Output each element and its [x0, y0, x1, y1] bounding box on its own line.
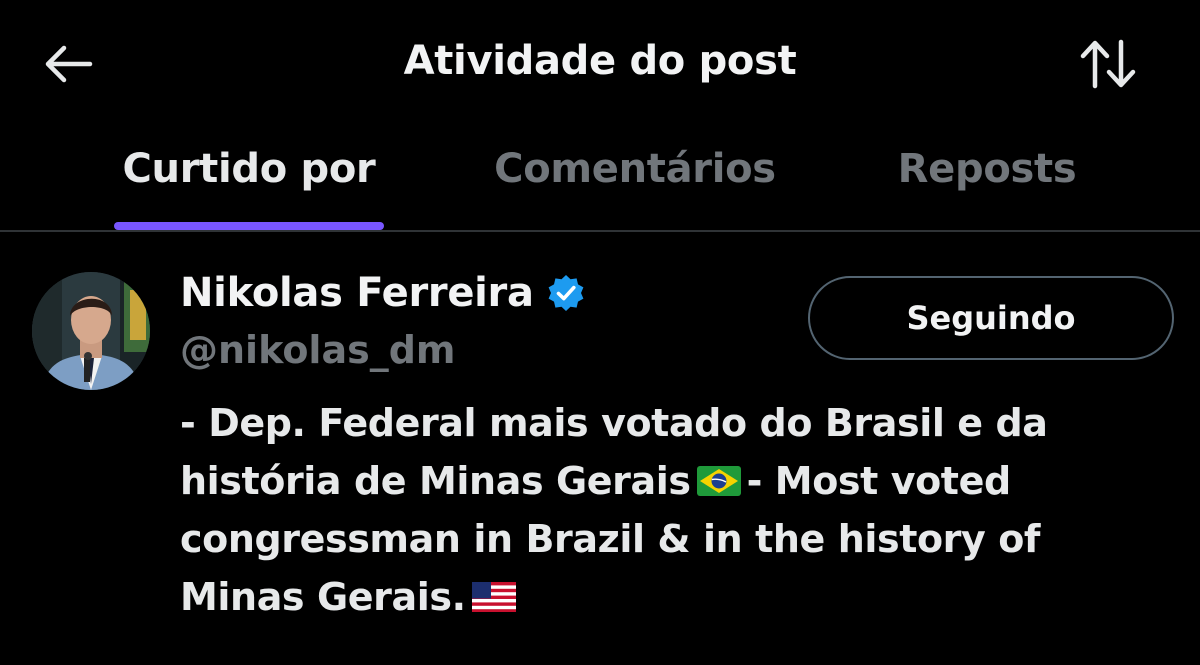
bio-line: Minas Gerais. — [180, 568, 1170, 626]
brazil-flag-icon — [696, 465, 741, 496]
bio-line: congressman in Brazil & in the history o… — [180, 517, 1041, 561]
bio-text: Minas Gerais. — [180, 575, 466, 619]
bio-text: história de Minas Gerais — [180, 459, 691, 503]
tab-bar: Curtido por Comentários Reposts — [0, 130, 1200, 232]
post-activity-screen: Atividade do post Curtido por Comentário… — [0, 0, 1200, 665]
user-handle: @nikolas_dm — [180, 328, 456, 372]
bio-line: história de Minas Gerais - Most voted — [180, 452, 1170, 510]
user-list-item[interactable]: Nikolas Ferreira @nikolas_dm Seguindo - … — [0, 234, 1200, 665]
avatar[interactable] — [32, 272, 150, 390]
bio-line: - Dep. Federal mais votado do Brasil e d… — [180, 401, 1048, 445]
verified-badge-icon — [548, 275, 584, 311]
sort-arrows-icon — [1080, 39, 1136, 89]
tab-comentarios[interactable]: Comentários — [480, 146, 790, 230]
top-bar: Atividade do post — [0, 0, 1200, 120]
tab-reposts[interactable]: Reposts — [880, 146, 1094, 230]
sort-button[interactable] — [1076, 34, 1140, 94]
us-flag-icon — [471, 581, 516, 612]
tab-curtido-por[interactable]: Curtido por — [114, 146, 384, 230]
user-bio: - Dep. Federal mais votado do Brasil e d… — [180, 394, 1170, 626]
page-title: Atividade do post — [403, 38, 797, 84]
user-name-line: Nikolas Ferreira — [180, 270, 586, 316]
user-display-name[interactable]: Nikolas Ferreira — [180, 270, 534, 316]
bio-text: - Most voted — [746, 459, 1012, 503]
following-button[interactable]: Seguindo — [808, 276, 1174, 360]
active-tab-indicator — [114, 222, 384, 230]
